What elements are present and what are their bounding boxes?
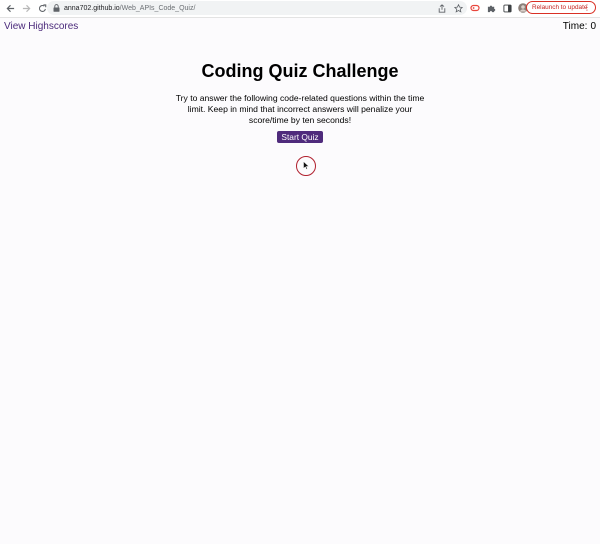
arrow-right-icon[interactable] <box>19 2 33 16</box>
share-icon[interactable] <box>437 3 447 13</box>
more-menu-icon[interactable]: ⋮ <box>583 2 591 13</box>
cursor-arrow-icon <box>303 161 310 170</box>
timer: Time: 0 <box>563 21 596 32</box>
sidebar-icon[interactable] <box>502 3 512 13</box>
arrow-left-icon[interactable] <box>3 2 17 16</box>
browser-window: anna702.github.io/Web_APIs_Code_Quiz/ Re… <box>0 0 600 544</box>
page-content: View Highscores Time: 0 Coding Quiz Chall… <box>0 18 600 544</box>
lock-icon[interactable] <box>50 4 62 12</box>
browser-toolbar: anna702.github.io/Web_APIs_Code_Quiz/ Re… <box>0 0 600 18</box>
page-title: Coding Quiz Challenge <box>201 61 399 81</box>
relaunch-label: Relaunch to update <box>532 4 588 11</box>
timer-value: 0 <box>590 21 596 32</box>
extension-bar <box>470 1 528 15</box>
extension-icon[interactable] <box>470 3 480 13</box>
url-text: anna702.github.io/Web_APIs_Code_Quiz/ <box>64 5 195 12</box>
address-bar[interactable]: anna702.github.io/Web_APIs_Code_Quiz/ <box>47 1 467 15</box>
url-host: anna702.github.io <box>64 4 120 12</box>
click-indicator-icon <box>296 156 316 176</box>
url-path: /Web_APIs_Code_Quiz/ <box>119 4 196 12</box>
relaunch-button[interactable]: Relaunch to update ⋮ <box>526 1 596 14</box>
start-quiz-button[interactable]: Start Quiz <box>277 131 323 143</box>
star-icon[interactable] <box>453 3 463 13</box>
view-highscores-link[interactable]: View Highscores <box>4 21 78 32</box>
puzzle-icon[interactable] <box>486 3 496 13</box>
quiz-description: Try to answer the following code-related… <box>175 93 425 125</box>
timer-label: Time: <box>562 21 588 32</box>
